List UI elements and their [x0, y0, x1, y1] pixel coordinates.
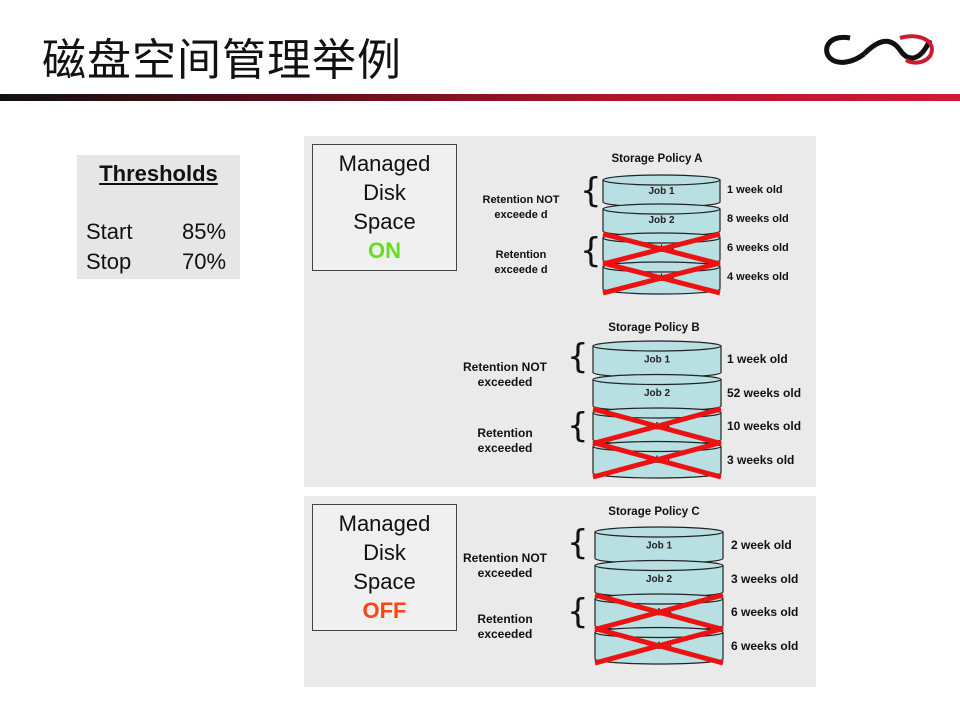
storage-policy-title: Storage Policy C	[608, 506, 700, 518]
job-cylinder: Job 4	[592, 440, 722, 480]
brace-icon: {	[567, 523, 589, 563]
job-cylinder: Job 1	[594, 526, 724, 565]
job-label: Job 1	[646, 540, 673, 551]
job-age: 1 week old	[727, 352, 788, 367]
job-cylinder: Job 2	[592, 373, 722, 412]
job-age: 2 week old	[731, 538, 792, 553]
job-cylinder: Job 3	[602, 231, 721, 267]
retention-not-exceeded-label: Retention NOT exceede d	[482, 194, 560, 221]
job-cylinder: Job 1	[602, 174, 721, 208]
cylinder-top	[602, 174, 721, 186]
slide: 磁盘空间管理举例 Thresholds Start 85% Stop 70% M…	[0, 0, 960, 720]
brace-icon: {	[567, 592, 589, 632]
brace-icon: {	[567, 406, 589, 446]
retention-exceeded-label: Retention exceeded	[477, 612, 533, 641]
brace-icon: {	[580, 171, 602, 211]
job-label: Job 2	[644, 388, 671, 399]
job-label: Job 1	[644, 354, 671, 365]
cylinder-top	[602, 203, 721, 215]
job-age: 52 weeks old	[727, 385, 802, 400]
cylinder-top	[592, 373, 722, 386]
job-cylinder: Job 2	[594, 559, 724, 598]
job-age: 6 weeks old	[731, 638, 799, 653]
job-age: 6 weeks old	[731, 605, 799, 620]
storage-policy-title: Storage Policy B	[608, 322, 700, 334]
storage-policy-title: Storage Policy A	[611, 153, 703, 165]
retention-not-exceeded-label: Retention NOT exceeded	[463, 360, 547, 389]
job-age: 3 weeks old	[731, 571, 799, 586]
job-age: 3 weeks old	[727, 452, 795, 467]
job-cylinder: Job 4	[594, 626, 724, 666]
retention-exceeded-label: Retention exceede d	[494, 249, 548, 276]
cylinder-top	[594, 559, 724, 572]
job-age: 8 weeks old	[727, 213, 789, 225]
job-age: 10 weeks old	[727, 419, 802, 434]
job-label: Job 1	[648, 186, 675, 197]
job-cylinder: Job 1	[592, 340, 722, 379]
job-label: Job 2	[646, 574, 673, 585]
cylinder-top	[592, 340, 722, 352]
job-label: Job 2	[648, 215, 675, 226]
job-cylinder: Job 3	[594, 592, 724, 632]
brace-icon: {	[580, 231, 602, 271]
cylinder-top	[594, 526, 724, 538]
brace-icon: {	[567, 337, 589, 377]
job-cylinder: Job 3	[592, 406, 722, 446]
retention-exceeded-label: Retention exceeded	[477, 426, 533, 455]
job-age: 4 weeks old	[727, 271, 789, 283]
job-cylinder: Job 2	[602, 203, 721, 237]
job-age: 1 week old	[727, 184, 783, 196]
job-cylinder: Job 4	[602, 260, 721, 296]
job-age: 6 weeks old	[727, 242, 789, 254]
retention-not-exceeded-label: Retention NOT exceeded	[463, 551, 547, 580]
